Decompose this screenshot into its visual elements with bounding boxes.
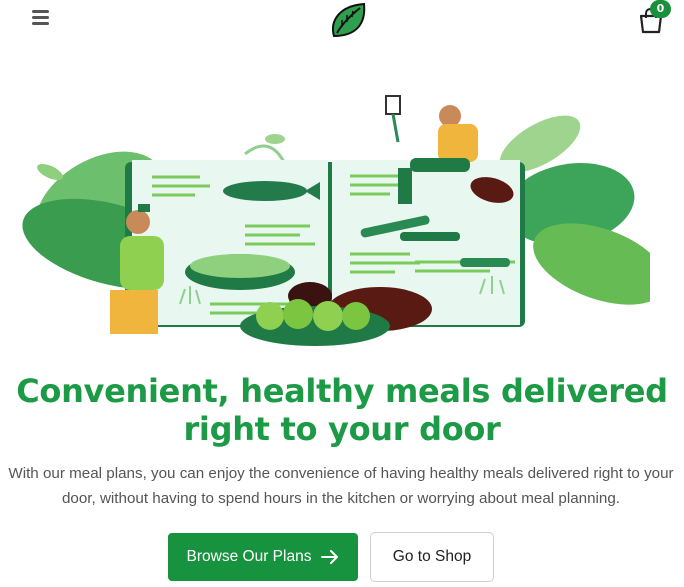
hamburger-menu-icon[interactable] (32, 10, 52, 30)
go-to-shop-button[interactable]: Go to Shop (370, 532, 494, 582)
arrow-right-icon (321, 550, 339, 564)
hero-subtext-line1: With our meal plans, you can enjoy the c… (8, 465, 674, 482)
hero-headline-line2: right to your door (183, 410, 501, 448)
meal-planning-illustration (22, 95, 650, 346)
hero-headline-line1: Convenient, healthy meals delivered (16, 372, 668, 410)
hero-subtext: With our meal plans, you can enjoy the c… (0, 461, 684, 511)
browse-plans-button[interactable]: Browse Our Plans (168, 533, 358, 581)
go-to-shop-label: Go to Shop (392, 548, 472, 565)
browse-plans-label: Browse Our Plans (186, 548, 312, 565)
hero-subtext-line2: door, without having to spend hours in t… (61, 490, 621, 507)
leaf-logo-icon[interactable] (328, 0, 370, 40)
cart-count-badge: 0 (650, 0, 671, 18)
hero-headline: Convenient, healthy meals delivered righ… (0, 372, 684, 448)
top-header: 0 (0, 0, 684, 44)
